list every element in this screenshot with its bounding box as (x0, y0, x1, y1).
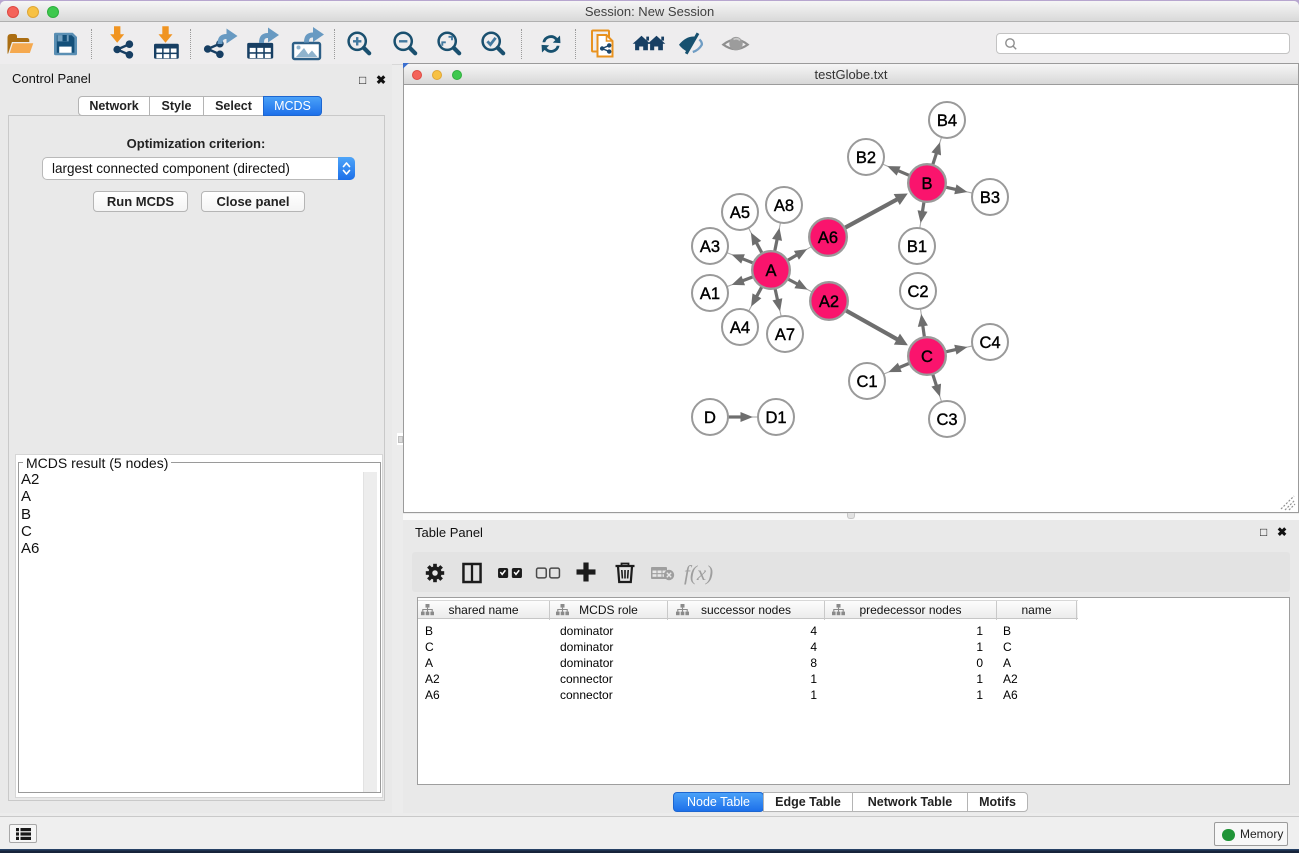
svg-text:A6: A6 (818, 229, 838, 247)
svg-text:A3: A3 (700, 238, 720, 256)
svg-text:A8: A8 (774, 197, 794, 215)
svg-text:C2: C2 (907, 283, 928, 301)
svg-text:C4: C4 (979, 334, 1000, 352)
svg-text:B: B (921, 175, 932, 193)
svg-text:A7: A7 (775, 326, 795, 344)
svg-text:A1: A1 (700, 285, 720, 303)
svg-text:B3: B3 (980, 189, 1000, 207)
svg-text:C: C (921, 348, 933, 366)
svg-text:C3: C3 (936, 411, 957, 429)
svg-text:D1: D1 (765, 409, 786, 427)
svg-text:A: A (765, 262, 776, 280)
svg-text:A5: A5 (730, 204, 750, 222)
svg-text:f(x): f(x) (684, 561, 713, 585)
svg-text:B4: B4 (937, 112, 957, 130)
svg-text:B2: B2 (856, 149, 876, 167)
svg-text:D: D (704, 409, 716, 427)
svg-text:C1: C1 (856, 373, 877, 391)
svg-text:B1: B1 (907, 238, 927, 256)
svg-text:A2: A2 (819, 293, 839, 311)
svg-text:A4: A4 (730, 319, 750, 337)
